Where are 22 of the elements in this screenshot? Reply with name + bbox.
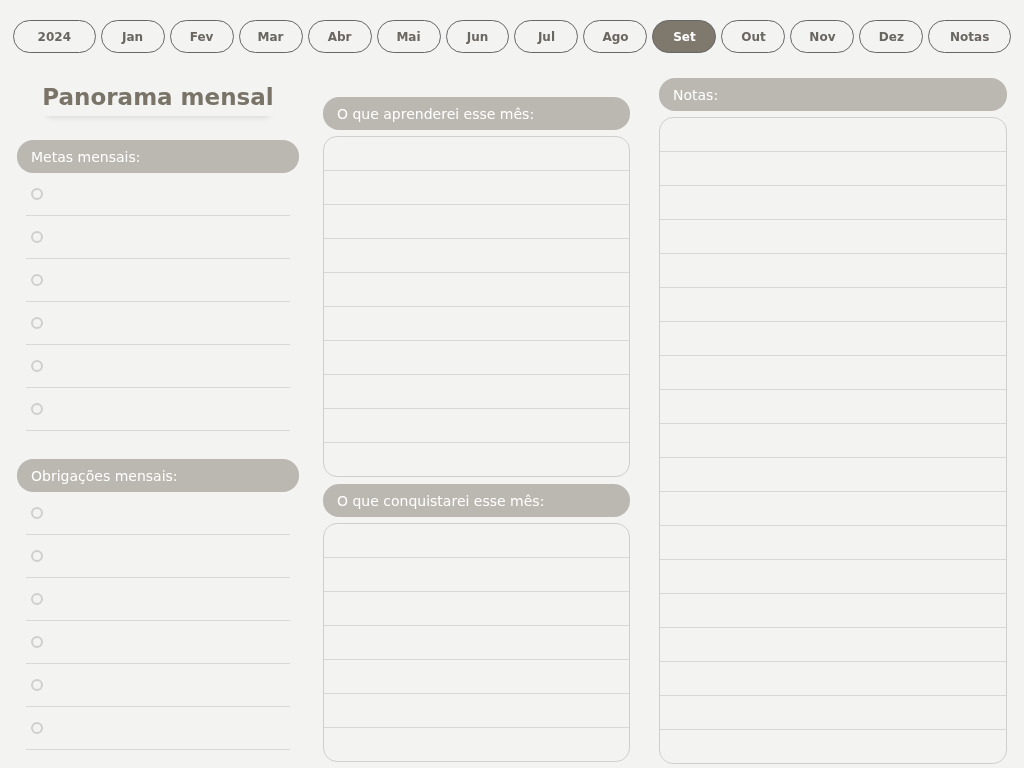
lined-box[interactable] [323, 523, 630, 762]
checkbox[interactable] [31, 317, 43, 329]
section-heading: O que conquistarei esse mês: [323, 484, 630, 517]
checkbox[interactable] [31, 274, 43, 286]
checkbox[interactable] [31, 231, 43, 243]
section-heading: Metas mensais: [17, 140, 299, 173]
lined-box[interactable] [659, 117, 1007, 764]
checkbox[interactable] [31, 593, 43, 605]
checkbox[interactable] [31, 403, 43, 415]
checkbox[interactable] [31, 360, 43, 372]
lined-box[interactable] [323, 136, 630, 477]
checkbox[interactable] [31, 188, 43, 200]
checkbox[interactable] [31, 636, 43, 648]
section-heading: Obrigações mensais: [17, 459, 299, 492]
checkbox[interactable] [31, 679, 43, 691]
tab[interactable]: Set [652, 20, 717, 53]
page-title: Panorama mensal [42, 84, 274, 116]
section-heading: Notas: [659, 78, 1007, 111]
checkbox[interactable] [31, 722, 43, 734]
section-heading: O que aprenderei esse mês: [323, 97, 630, 130]
checkbox[interactable] [31, 507, 43, 519]
checkbox[interactable] [31, 550, 43, 562]
